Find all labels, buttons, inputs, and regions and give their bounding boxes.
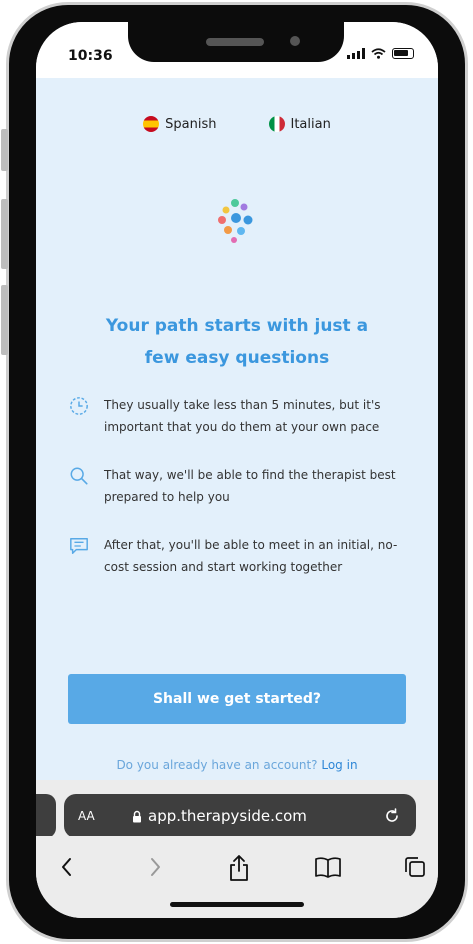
feature-text: They usually take less than 5 minutes, b… [104, 398, 381, 434]
url-display[interactable]: app.therapyside.com [132, 807, 382, 825]
feature-text: That way, we'll be able to find the ther… [104, 468, 396, 504]
search-icon [70, 467, 88, 485]
lock-icon [133, 810, 141, 822]
wifi-icon [371, 48, 386, 59]
feature-text: After that, you'll be able to meet in an… [104, 538, 398, 574]
language-label: Spanish [165, 116, 217, 132]
language-option-spanish[interactable]: Spanish [143, 116, 217, 132]
text-size-button[interactable]: AA [78, 809, 132, 823]
feature-item: They usually take less than 5 minutes, b… [68, 394, 408, 438]
chat-icon [70, 538, 88, 554]
onboarding-content: Spanish Italian Your path starts with ju… [36, 78, 438, 780]
signal-icon [347, 48, 365, 59]
tabs-icon[interactable] [402, 854, 428, 880]
language-label: Italian [290, 116, 331, 132]
forward-icon[interactable] [144, 854, 166, 880]
flag-spain-icon [143, 116, 160, 132]
share-icon[interactable] [228, 854, 250, 882]
battery-icon [392, 48, 414, 59]
screen: 10:36 Spanish Italian Your path starts w… [36, 22, 438, 918]
url-text: app.therapyside.com [148, 807, 307, 825]
headline-line-1: Your path starts with just a [105, 316, 369, 336]
status-time: 10:36 [68, 48, 113, 64]
login-question: Do you already have an account? [116, 758, 318, 772]
speaker [206, 38, 264, 46]
browser-toolbar [36, 836, 438, 918]
previous-tab-preview[interactable] [36, 794, 56, 838]
bookmarks-icon[interactable] [314, 854, 342, 880]
back-icon[interactable] [56, 854, 78, 880]
home-indicator[interactable] [170, 902, 304, 907]
front-camera [290, 36, 300, 46]
volume-up-button [1, 199, 8, 269]
feature-item: After that, you'll be able to meet in an… [68, 534, 408, 578]
mute-switch [1, 129, 8, 171]
login-link[interactable]: Log in [321, 758, 357, 772]
language-option-italian[interactable]: Italian [268, 116, 331, 132]
notch [128, 22, 344, 62]
volume-down-button [1, 285, 8, 355]
reload-icon[interactable] [382, 807, 402, 825]
clock-icon [70, 397, 88, 415]
feature-list: They usually take less than 5 minutes, b… [68, 394, 408, 604]
language-selector: Spanish Italian [36, 116, 438, 132]
therapyside-logo-icon [218, 199, 253, 243]
get-started-button[interactable]: Shall we get started? [68, 674, 406, 724]
login-prompt: Do you already have an account? Log in [36, 758, 438, 772]
browser-address-area: AA app.therapyside.com [36, 780, 438, 838]
flag-italy-icon [268, 116, 285, 132]
page-headline: Your path starts with just a few easy qu… [76, 310, 398, 374]
status-icons [347, 48, 414, 59]
headline-line-2: few easy questions [144, 348, 330, 368]
feature-item: That way, we'll be able to find the ther… [68, 464, 408, 508]
address-bar[interactable]: AA app.therapyside.com [64, 794, 416, 838]
